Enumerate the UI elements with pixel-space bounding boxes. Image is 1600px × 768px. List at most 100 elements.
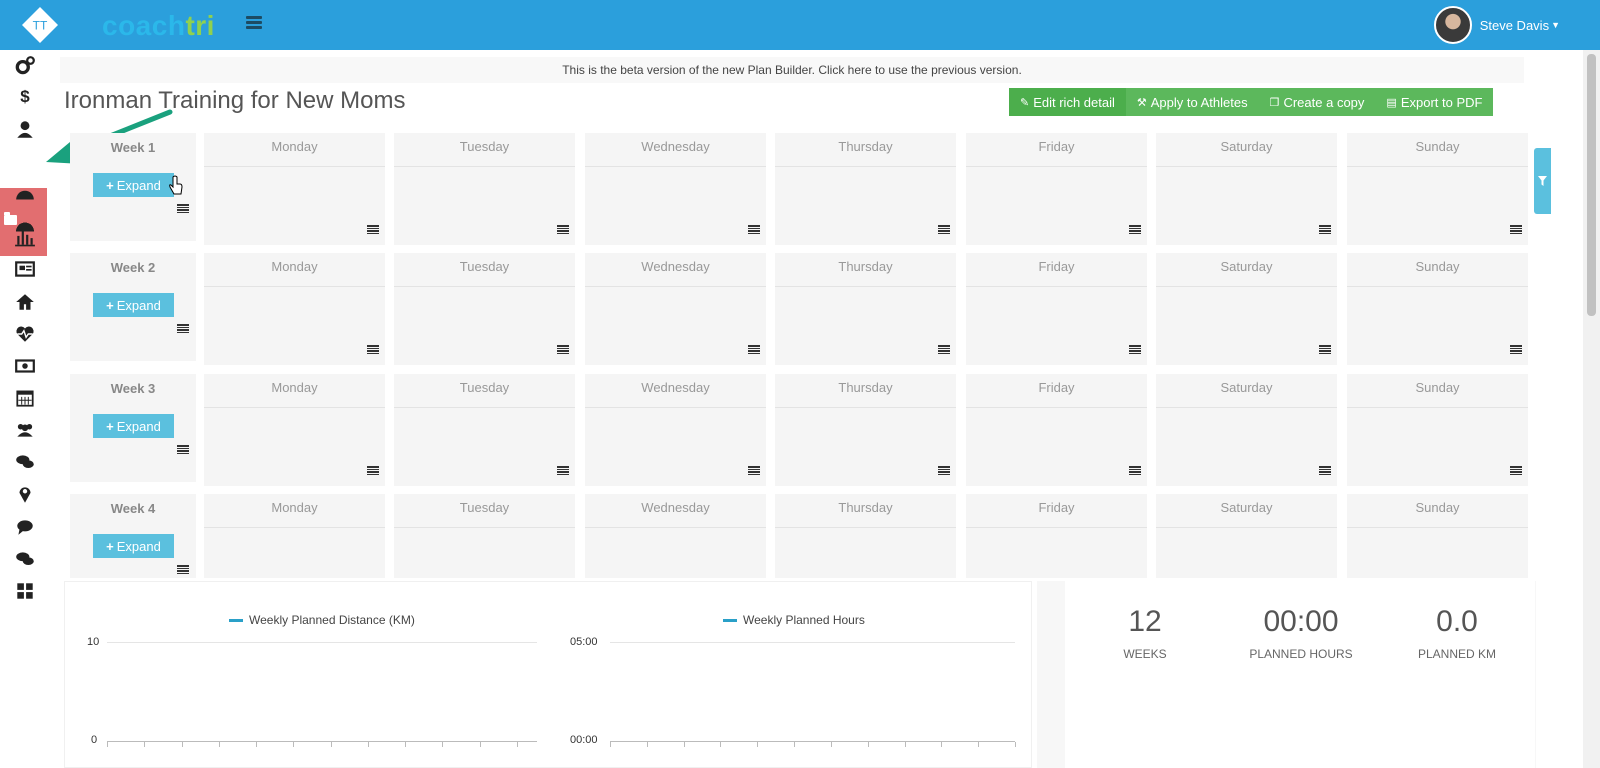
day-cell[interactable]: Saturday [1156, 253, 1337, 365]
day-cell[interactable]: Thursday [775, 494, 956, 578]
day-menu-icon[interactable] [748, 345, 760, 354]
day-cell[interactable]: Saturday [1156, 133, 1337, 245]
apply-to-athletes-button[interactable]: ⚒ Apply to Athletes [1126, 88, 1259, 116]
day-menu-icon[interactable] [557, 225, 569, 234]
day-cell[interactable]: Saturday [1156, 494, 1337, 578]
map-marker-icon[interactable] [13, 483, 37, 505]
day-title: Thursday [775, 374, 956, 408]
chat-icon[interactable] [13, 548, 37, 570]
user-menu[interactable]: Steve Davis ▼ [1433, 5, 1560, 45]
create-copy-label: Create a copy [1283, 94, 1365, 110]
expand-label: Expand [116, 297, 161, 313]
day-cell[interactable]: Saturday [1156, 374, 1337, 486]
day-cell[interactable]: Sunday [1347, 253, 1528, 365]
page-scrollbar[interactable] [1583, 50, 1600, 768]
day-title: Monday [204, 374, 385, 408]
calendar-icon[interactable] [13, 387, 37, 409]
x-tick [181, 742, 183, 747]
day-cell[interactable]: Monday [204, 133, 385, 245]
x-tick [405, 742, 407, 747]
day-cell[interactable]: Monday [204, 374, 385, 486]
user-name[interactable]: Steve Davis [1480, 18, 1549, 33]
day-cell[interactable]: Wednesday [585, 374, 766, 486]
day-cell[interactable]: Thursday [775, 133, 956, 245]
week-menu-icon[interactable] [177, 324, 189, 333]
day-cell[interactable]: Tuesday [394, 494, 575, 578]
newspaper-icon[interactable] [13, 258, 37, 280]
x-tick [941, 742, 943, 747]
week-menu-icon[interactable] [177, 565, 189, 574]
day-menu-icon[interactable] [1319, 466, 1331, 475]
day-cell[interactable]: Tuesday [394, 133, 575, 245]
expand-week-button[interactable]: + Expand [93, 534, 174, 558]
day-menu-icon[interactable] [938, 466, 950, 475]
comments-icon[interactable] [13, 451, 37, 473]
day-menu-icon[interactable] [557, 345, 569, 354]
avatar[interactable] [1433, 6, 1472, 44]
day-menu-icon[interactable] [1129, 345, 1141, 354]
day-cell[interactable]: Sunday [1347, 133, 1528, 245]
day-cell[interactable]: Tuesday [394, 253, 575, 365]
stat-weeks-value: 12 [1128, 605, 1162, 638]
expand-week-button[interactable]: + Expand [93, 414, 174, 438]
day-cell[interactable]: Thursday [775, 253, 956, 365]
day-menu-icon[interactable] [1510, 345, 1522, 354]
filter-tab[interactable] [1534, 148, 1551, 214]
logo-icon[interactable]: TT [21, 6, 59, 44]
bar-chart-icon[interactable] [13, 226, 37, 248]
edit-rich-detail-button[interactable]: ✎ Edit rich detail [1009, 88, 1126, 116]
export-pdf-button[interactable]: ▤ Export to PDF [1375, 88, 1493, 116]
hours-legend: Weekly Planned Hours [723, 613, 865, 627]
day-cell[interactable]: Friday [966, 494, 1147, 578]
menu-toggle-icon[interactable] [246, 16, 262, 30]
day-cell[interactable]: Tuesday [394, 374, 575, 486]
home-icon[interactable] [13, 291, 37, 313]
week-menu-icon[interactable] [177, 445, 189, 454]
day-menu-icon[interactable] [367, 225, 379, 234]
day-cell[interactable]: Friday [966, 374, 1147, 486]
day-menu-icon[interactable] [938, 345, 950, 354]
dashboard-icon[interactable] [13, 183, 37, 205]
day-menu-icon[interactable] [557, 466, 569, 475]
day-title: Monday [204, 133, 385, 167]
day-cell[interactable]: Friday [966, 253, 1147, 365]
day-menu-icon[interactable] [1510, 225, 1522, 234]
day-menu-icon[interactable] [1319, 345, 1331, 354]
th-large-icon[interactable] [13, 580, 37, 602]
day-menu-icon[interactable] [1129, 225, 1141, 234]
create-copy-button[interactable]: ❐ Create a copy [1259, 88, 1376, 116]
day-menu-icon[interactable] [1510, 466, 1522, 475]
day-menu-icon[interactable] [1129, 466, 1141, 475]
heartbeat-icon[interactable] [13, 323, 37, 345]
day-cell[interactable]: Sunday [1347, 374, 1528, 486]
day-cell[interactable]: Thursday [775, 374, 956, 486]
day-menu-icon[interactable] [748, 225, 760, 234]
expand-week-button[interactable]: + Expand [93, 173, 174, 197]
expand-week-button[interactable]: + Expand [93, 293, 174, 317]
expand-label: Expand [116, 538, 161, 554]
day-title: Saturday [1156, 374, 1337, 408]
day-cell[interactable]: Friday [966, 133, 1147, 245]
week-menu-icon[interactable] [177, 204, 189, 213]
day-cell[interactable]: Monday [204, 253, 385, 365]
money-icon[interactable] [13, 355, 37, 377]
day-title: Wednesday [585, 253, 766, 287]
day-cell[interactable]: Wednesday [585, 133, 766, 245]
day-cell[interactable]: Sunday [1347, 494, 1528, 578]
brand-logo[interactable]: coachtri [102, 10, 215, 42]
comment-icon[interactable] [13, 516, 37, 538]
beta-banner[interactable]: This is the beta version of the new Plan… [60, 57, 1524, 83]
day-cell[interactable]: Monday [204, 494, 385, 578]
day-cell[interactable]: Wednesday [585, 253, 766, 365]
day-menu-icon[interactable] [748, 466, 760, 475]
day-menu-icon[interactable] [367, 466, 379, 475]
day-cell[interactable]: Wednesday [585, 494, 766, 578]
distance-gridline [107, 642, 537, 643]
week-cell: Week 2 + Expand [70, 253, 196, 361]
cogs-icon[interactable] [13, 55, 37, 77]
day-menu-icon[interactable] [1319, 225, 1331, 234]
scrollbar-thumb[interactable] [1587, 54, 1596, 316]
day-menu-icon[interactable] [938, 225, 950, 234]
day-menu-icon[interactable] [367, 345, 379, 354]
users-icon[interactable] [13, 419, 37, 441]
